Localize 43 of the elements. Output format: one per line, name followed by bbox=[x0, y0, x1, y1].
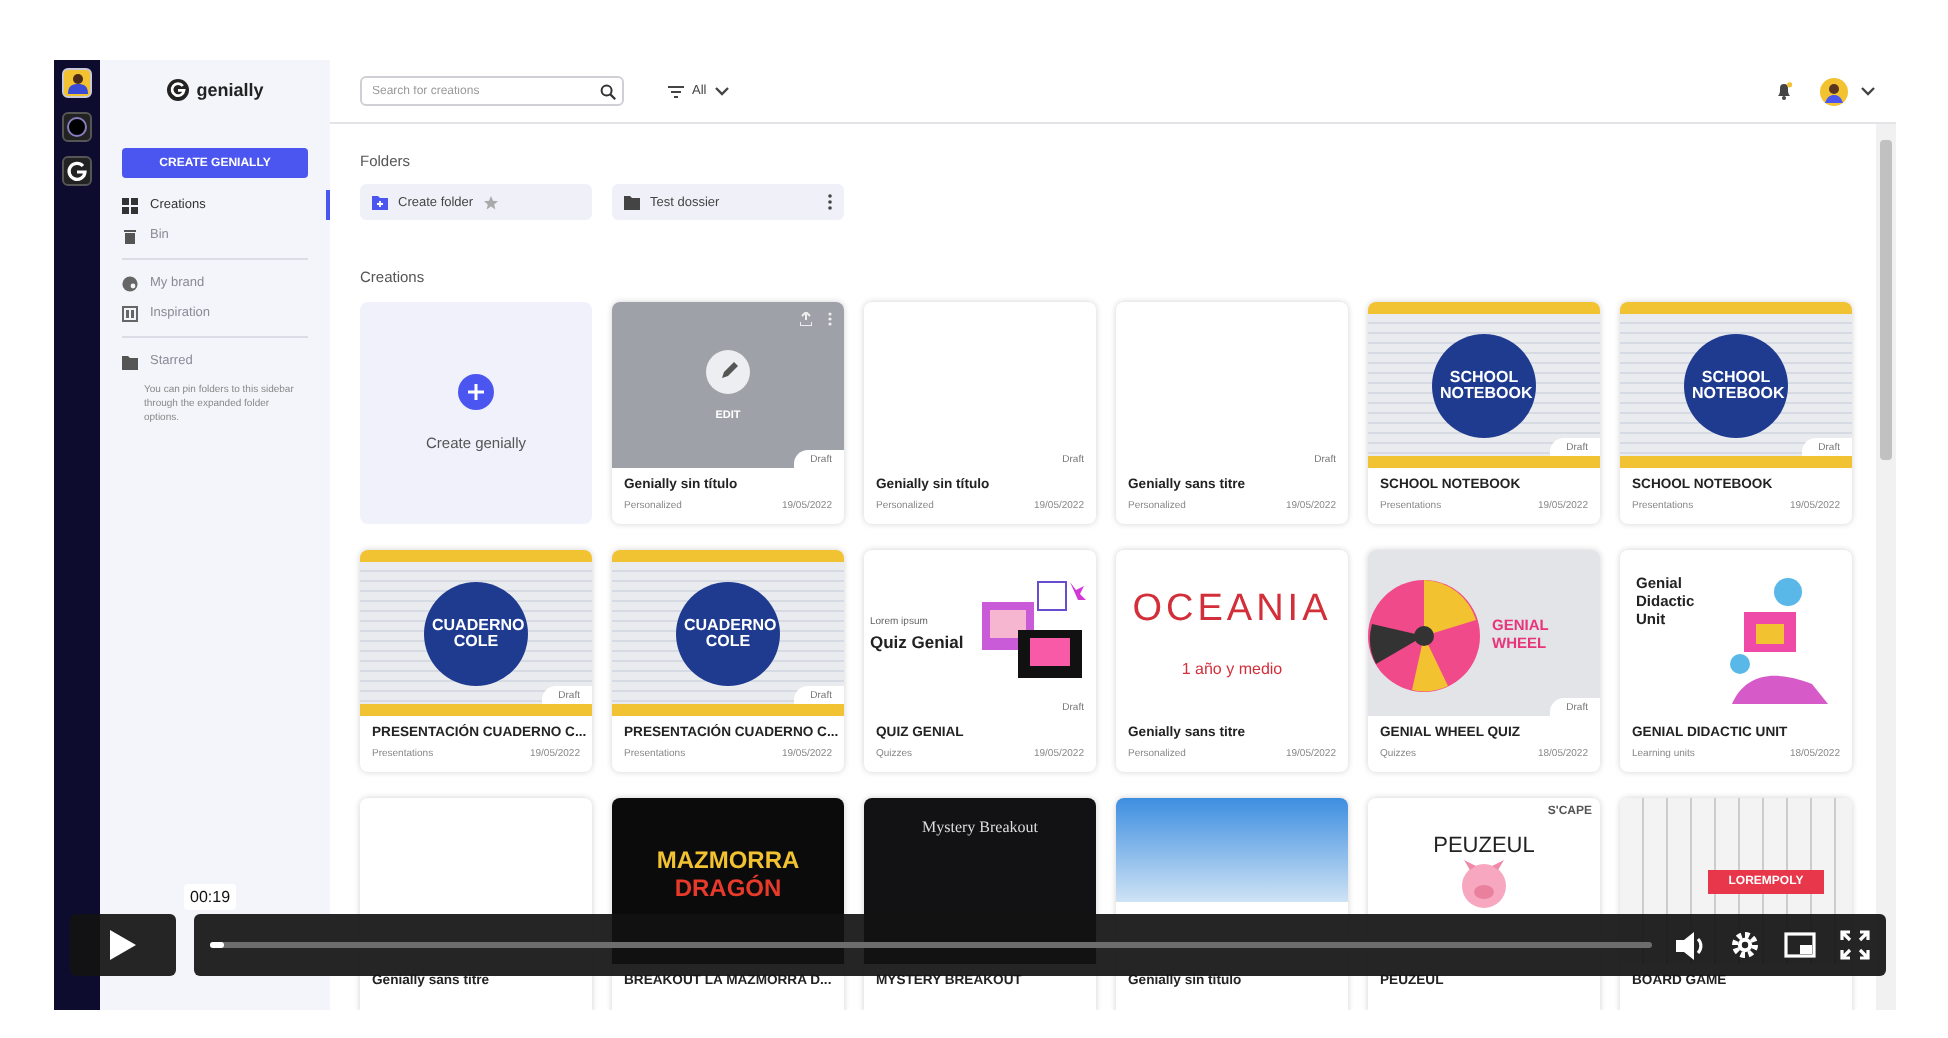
cover-title: PEUZEUL bbox=[1433, 834, 1535, 858]
chevron-down-icon bbox=[714, 86, 731, 96]
edit-button[interactable] bbox=[706, 349, 750, 393]
pencil-icon bbox=[719, 362, 737, 380]
fullscreen-icon[interactable] bbox=[1840, 930, 1870, 960]
folder-icon bbox=[624, 195, 640, 209]
ring-icon bbox=[66, 116, 88, 138]
logo-text: genially bbox=[196, 80, 264, 100]
scrollbar-thumb[interactable] bbox=[1880, 140, 1892, 460]
chevron-down-icon bbox=[1860, 86, 1876, 96]
cover-title: CUADERNO COLE bbox=[684, 617, 772, 649]
cover-title: OCEANIA bbox=[1132, 588, 1332, 632]
cover-title: MAZMORRA bbox=[656, 846, 800, 874]
subtitle-text: 1 año y medio bbox=[1181, 660, 1283, 678]
picture-in-picture-icon[interactable] bbox=[1784, 932, 1816, 958]
palette-icon bbox=[122, 275, 138, 291]
star-icon bbox=[483, 195, 498, 209]
bell-icon[interactable] bbox=[1776, 82, 1792, 100]
play-button[interactable] bbox=[70, 914, 176, 976]
folder-plus-icon bbox=[372, 195, 388, 209]
volume-icon[interactable] bbox=[1676, 931, 1706, 959]
person-icon bbox=[67, 72, 87, 94]
g-logo-icon bbox=[166, 78, 191, 102]
time-tooltip: 00:19 bbox=[184, 884, 237, 910]
settings-icon[interactable] bbox=[1730, 930, 1760, 960]
app-shortcut[interactable] bbox=[62, 156, 92, 186]
folder-icon bbox=[122, 353, 138, 369]
cover-title: DRAGÓN bbox=[674, 874, 782, 902]
filter-icon bbox=[668, 85, 684, 97]
cover-title: Mystery Breakout bbox=[922, 818, 1038, 836]
g-logo-icon bbox=[66, 160, 88, 182]
frame-icon bbox=[122, 305, 138, 321]
cover-title: Quiz Genial bbox=[870, 631, 966, 651]
cover-title: SCHOOL NOTEBOOK bbox=[1440, 369, 1528, 401]
cover-title: CUADERNO COLE bbox=[432, 617, 520, 649]
trash-icon bbox=[122, 227, 138, 243]
plus-icon bbox=[458, 374, 494, 410]
search-icon bbox=[600, 83, 616, 99]
user-menu[interactable] bbox=[1820, 77, 1876, 105]
cover-title: SCHOOL NOTEBOOK bbox=[1692, 369, 1780, 401]
play-icon bbox=[110, 930, 136, 960]
avatar-icon bbox=[1820, 77, 1848, 105]
grid-icon bbox=[122, 197, 138, 213]
